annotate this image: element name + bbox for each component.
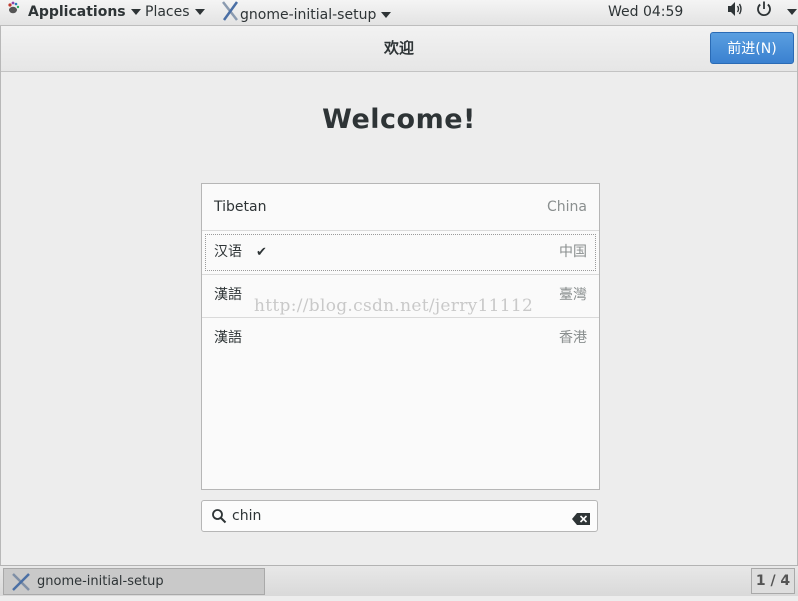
language-region: 臺灣 — [559, 287, 587, 303]
chevron-down-icon — [381, 12, 392, 18]
language-name: Tibetan — [214, 199, 267, 215]
language-search[interactable] — [201, 500, 598, 532]
language-region: 中国 — [559, 244, 587, 260]
top-panel: Applications Places gnome-initial-setup … — [0, 0, 798, 26]
app-menu[interactable]: gnome-initial-setup — [220, 0, 392, 25]
workspace-indicator[interactable]: 1 / 4 — [751, 568, 795, 594]
page-title: 欢迎 — [383, 39, 414, 57]
taskbar-window-label: gnome-initial-setup — [37, 574, 164, 589]
checkmark-icon: ✔ — [256, 245, 267, 260]
applications-menu[interactable]: Applications — [6, 0, 141, 25]
welcome-heading: Welcome! — [322, 104, 476, 135]
taskbar-window-button[interactable]: gnome-initial-setup — [3, 568, 265, 595]
applications-label: Applications — [28, 4, 126, 20]
header-bar: 欢迎 前进(N) — [1, 26, 797, 72]
language-row-chinese-china[interactable]: 汉语 ✔ 中国 — [202, 231, 599, 274]
tools-icon — [11, 572, 31, 601]
gnome-foot-icon — [6, 0, 22, 24]
volume-icon[interactable] — [726, 0, 744, 25]
power-icon[interactable] — [755, 0, 773, 25]
clear-text-icon[interactable] — [572, 510, 590, 529]
places-menu[interactable]: Places — [145, 0, 205, 25]
language-region: China — [547, 199, 587, 215]
language-name: 漢語 — [214, 287, 242, 303]
search-input[interactable] — [232, 503, 562, 529]
places-label: Places — [145, 4, 190, 20]
language-name: 漢語 — [214, 330, 242, 346]
language-row-chinese-taiwan[interactable]: 漢語 臺灣 — [202, 274, 599, 317]
language-name: 汉语 — [214, 244, 242, 260]
next-button[interactable]: 前进(N) — [710, 32, 794, 64]
language-row-tibetan[interactable]: Tibetan China — [202, 186, 599, 229]
system-menu-chevron[interactable] — [782, 0, 797, 25]
app-menu-label: gnome-initial-setup — [240, 7, 377, 23]
language-row-chinese-hongkong[interactable]: 漢語 香港 — [202, 317, 599, 360]
search-icon — [211, 508, 227, 528]
language-list[interactable]: Tibetan China 汉语 ✔ 中国 漢語 臺灣 漢語 香港 — [201, 183, 600, 490]
language-region: 香港 — [559, 330, 587, 346]
bottom-panel: gnome-initial-setup 1 / 4 — [0, 565, 798, 596]
chevron-down-icon — [787, 9, 797, 15]
clock[interactable]: Wed 04:59 — [608, 0, 683, 25]
chevron-down-icon — [194, 9, 205, 15]
chevron-down-icon — [130, 9, 141, 15]
